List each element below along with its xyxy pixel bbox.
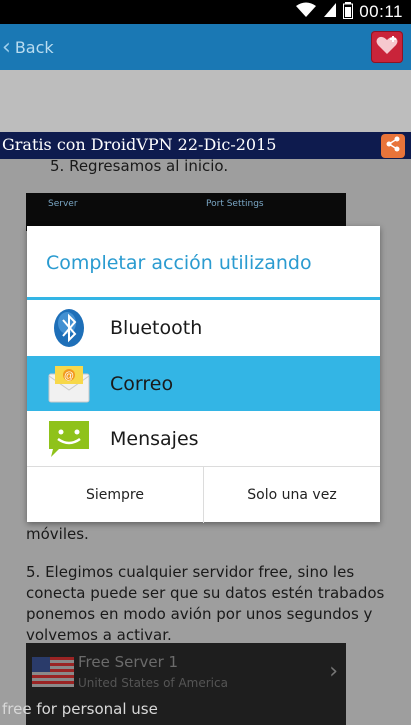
favorite-button[interactable] bbox=[371, 31, 403, 63]
option-label: Correo bbox=[110, 372, 174, 395]
option-label: Mensajes bbox=[110, 427, 199, 450]
always-button[interactable]: Siempre bbox=[27, 467, 203, 523]
action-bar: ‹ Back bbox=[0, 24, 411, 70]
option-correo[interactable]: @ Correo bbox=[27, 356, 380, 411]
share-icon bbox=[385, 136, 401, 156]
back-label: Back bbox=[14, 37, 54, 57]
share-chooser-dialog: Completar acción utilizando Bluetooth @ … bbox=[27, 226, 380, 523]
signal-icon bbox=[323, 2, 337, 22]
server-country: United States of America bbox=[78, 676, 228, 690]
back-button[interactable]: ‹ Back bbox=[2, 24, 54, 70]
chevron-right-icon: › bbox=[329, 659, 338, 684]
mini-label-left: Server bbox=[48, 199, 78, 209]
option-mensajes[interactable]: Mensajes bbox=[27, 411, 380, 466]
share-button[interactable] bbox=[381, 134, 405, 158]
status-bar: 00:11 bbox=[0, 0, 411, 24]
server-name: Free Server 1 bbox=[78, 653, 179, 671]
chevron-left-icon: ‹ bbox=[2, 34, 11, 60]
mini-label-right: Port Settings bbox=[206, 199, 264, 209]
wifi-icon bbox=[295, 2, 317, 22]
moviles-text: móviles. bbox=[26, 525, 89, 543]
dialog-title: Completar acción utilizando bbox=[46, 251, 312, 274]
just-once-button[interactable]: Solo una vez bbox=[203, 467, 380, 523]
battery-icon bbox=[343, 1, 354, 23]
messages-icon bbox=[47, 419, 91, 459]
header-spacer bbox=[0, 70, 411, 132]
clock: 00:11 bbox=[359, 2, 403, 21]
heart-icon bbox=[376, 35, 398, 59]
watermark-text: free for personal use bbox=[2, 700, 158, 718]
title-bar: Gratis con DroidVPN 22-Dic-2015 bbox=[0, 132, 411, 159]
option-label: Bluetooth bbox=[110, 316, 203, 339]
mail-icon: @ bbox=[47, 364, 91, 404]
us-flag-icon bbox=[32, 657, 74, 687]
step-five-text: 5. Regresamos al inicio. bbox=[50, 157, 229, 175]
svg-text:@: @ bbox=[64, 371, 74, 382]
bluetooth-icon bbox=[47, 308, 91, 348]
step-paragraph: 5. Elegimos cualquier servidor free, sin… bbox=[26, 563, 385, 644]
article-title: Gratis con DroidVPN 22-Dic-2015 bbox=[2, 135, 277, 154]
option-bluetooth[interactable]: Bluetooth bbox=[27, 300, 380, 355]
dialog-buttons: Siempre Solo una vez bbox=[27, 466, 380, 523]
